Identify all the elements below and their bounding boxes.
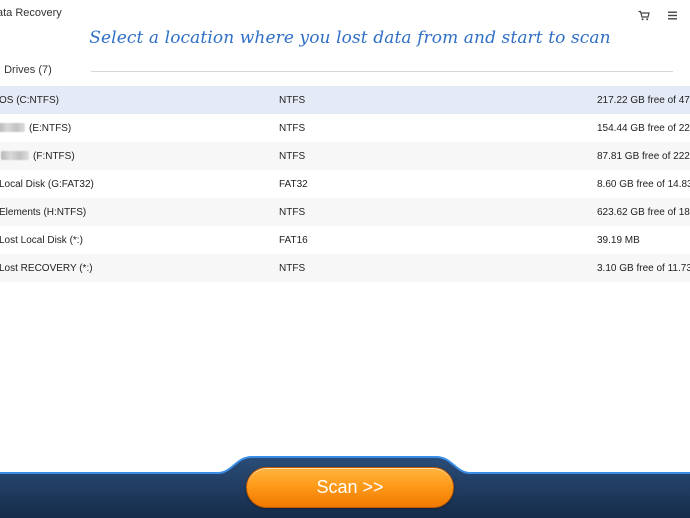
drive-name-wrap: (F:NTFS) (0, 151, 75, 162)
drive-filesystem: NTFS (279, 95, 306, 106)
drive-size: 3.10 GB free of 11.73 (597, 263, 690, 274)
redacted-label (0, 123, 25, 132)
drive-size: 8.60 GB free of 14.83 (597, 179, 690, 190)
drive-name-wrap: (E:NTFS) (0, 123, 71, 134)
drive-size: 87.81 GB free of 222. (597, 151, 690, 162)
drive-name: (E:NTFS) (29, 123, 72, 134)
drives-section-label: : Drives (7) (0, 64, 52, 76)
drive-size: 154.44 GB free of 220 (597, 123, 690, 134)
drive-filesystem: NTFS (279, 263, 306, 274)
drive-filesystem: FAT32 (279, 179, 308, 190)
drive-size: 217.22 GB free of 477 (597, 95, 690, 106)
drive-row-lost-local[interactable]: Lost Local Disk (*:) FAT16 39.19 MB (0, 226, 690, 254)
drive-filesystem: NTFS (279, 123, 306, 134)
drive-row-lost-recovery[interactable]: Lost RECOVERY (*:) NTFS 3.10 GB free of … (0, 254, 690, 282)
page-heading: Select a location where you lost data fr… (89, 28, 611, 48)
drive-list: OS (C:NTFS) NTFS 217.22 GB free of 477 (… (0, 86, 690, 282)
menu-icon[interactable] (666, 8, 680, 22)
scan-button[interactable]: Scan >> (246, 467, 454, 508)
drive-size: 39.19 MB (597, 235, 640, 246)
drive-row-f[interactable]: (F:NTFS) NTFS 87.81 GB free of 222. (0, 142, 690, 170)
drive-name: Lost RECOVERY (*:) (0, 263, 93, 274)
drive-size: 623.62 GB free of 186 (597, 207, 690, 218)
drive-name: Lost Local Disk (*:) (0, 235, 83, 246)
drive-name: Local Disk (G:FAT32) (0, 179, 94, 190)
drive-row-e[interactable]: (E:NTFS) NTFS 154.44 GB free of 220 (0, 114, 690, 142)
data-recovery-window: ata Recovery Select a location where you… (0, 0, 690, 518)
drive-row-h[interactable]: Elements (H:NTFS) NTFS 623.62 GB free of… (0, 198, 690, 226)
drive-name: Elements (H:NTFS) (0, 207, 87, 218)
cart-icon[interactable] (637, 8, 651, 22)
section-divider (91, 71, 673, 72)
drive-name: (F:NTFS) (33, 151, 75, 162)
title-bar: ata Recovery (0, 0, 690, 28)
app-title: ata Recovery (0, 7, 62, 19)
drive-filesystem: NTFS (279, 151, 306, 162)
drive-row-c[interactable]: OS (C:NTFS) NTFS 217.22 GB free of 477 (0, 86, 690, 114)
redacted-label (1, 151, 29, 160)
drives-section-header: : Drives (7) (0, 62, 690, 80)
drive-name: OS (C:NTFS) (0, 95, 59, 106)
drive-filesystem: FAT16 (279, 235, 308, 246)
drive-row-g[interactable]: Local Disk (G:FAT32) FAT32 8.60 GB free … (0, 170, 690, 198)
drive-filesystem: NTFS (279, 207, 306, 218)
